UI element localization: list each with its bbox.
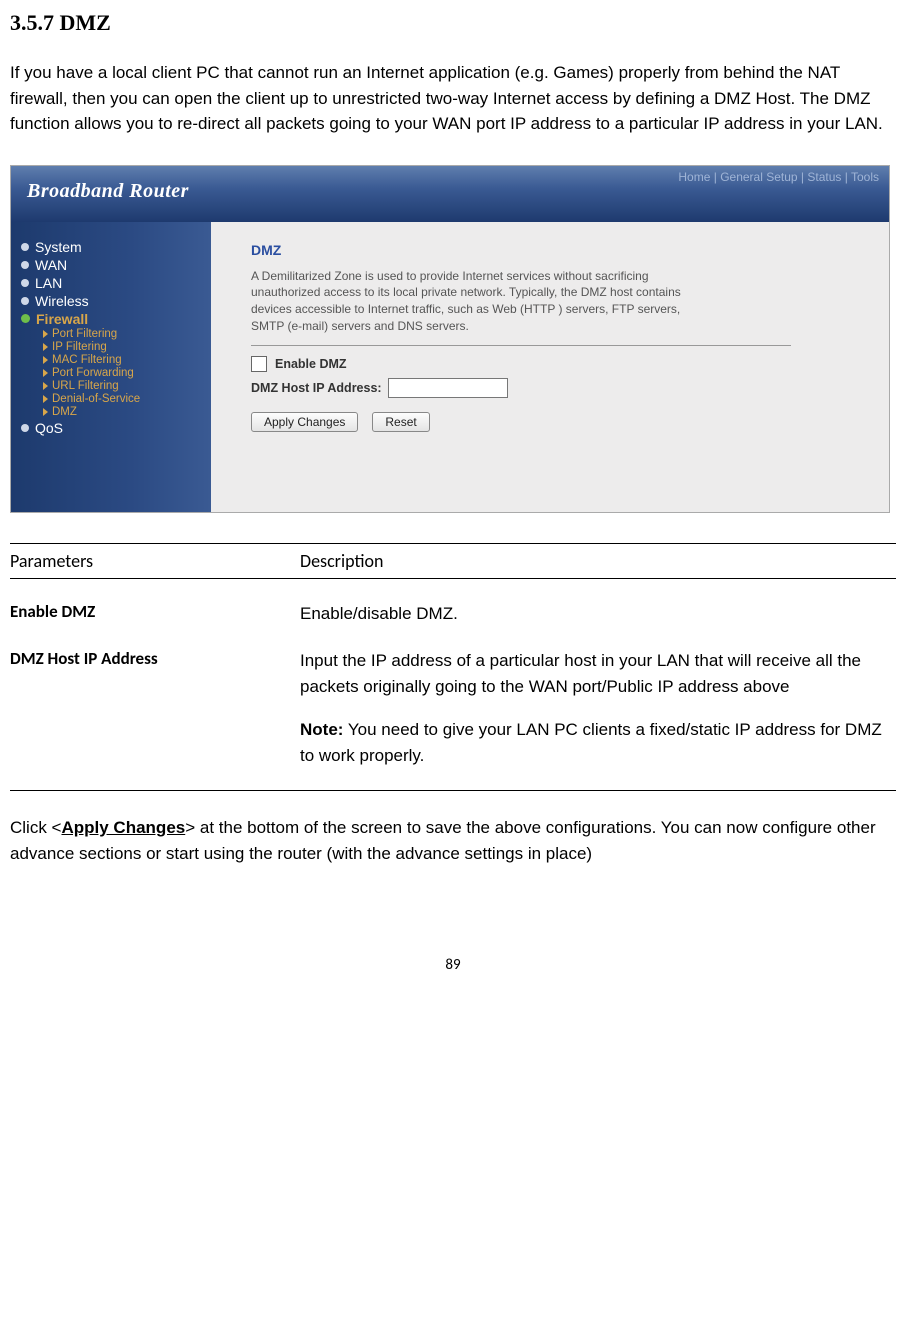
dmz-ip-row: DMZ Host IP Address: [251, 378, 859, 398]
submenu-url-filtering[interactable]: URL Filtering [43, 380, 205, 393]
bullet-icon [21, 424, 29, 432]
arrow-icon [43, 330, 48, 338]
page-number: 89 [10, 956, 896, 974]
submenu-label: Port Filtering [52, 328, 117, 340]
button-row: Apply Changes Reset [251, 412, 859, 432]
submenu-label: DMZ [52, 406, 77, 418]
parameters-section: Parameters Description Enable DMZ Enable… [10, 543, 896, 792]
arrow-icon [43, 369, 48, 377]
submenu-denial-of-service[interactable]: Denial-of-Service [43, 393, 205, 406]
sidebar-label: Firewall [36, 311, 88, 327]
check-icon [21, 314, 30, 323]
closing-bold: Apply Changes [61, 818, 185, 837]
param-bottom-rule [10, 790, 896, 791]
firewall-submenu: Port Filtering IP Filtering MAC Filterin… [43, 328, 205, 419]
arrow-icon [43, 395, 48, 403]
enable-dmz-checkbox[interactable] [251, 356, 267, 372]
enable-dmz-label: Enable DMZ [275, 357, 347, 371]
bullet-icon [21, 279, 29, 287]
submenu-port-filtering[interactable]: Port Filtering [43, 328, 205, 341]
enable-dmz-row: Enable DMZ [251, 356, 859, 372]
submenu-label: URL Filtering [52, 380, 119, 392]
topnav-status[interactable]: Status [807, 170, 841, 184]
section-heading: 3.5.7 DMZ [10, 10, 896, 36]
router-content: DMZ A Demilitarized Zone is used to prov… [211, 222, 889, 512]
param-desc: Enable/disable DMZ. [300, 601, 896, 627]
param-name: Enable DMZ [10, 601, 300, 627]
param-desc-text: Input the IP address of a particular hos… [300, 651, 861, 696]
content-heading: DMZ [251, 242, 859, 258]
param-header-row: Parameters Description [10, 543, 896, 579]
submenu-label: Port Forwarding [52, 367, 134, 379]
param-header-parameters: Parameters [10, 550, 300, 572]
apply-changes-button[interactable]: Apply Changes [251, 412, 358, 432]
arrow-icon [43, 343, 48, 351]
router-sidebar: System WAN LAN Wireless Firewall Port Fi… [11, 222, 211, 512]
router-screenshot: Broadband Router Home | General Setup | … [10, 165, 890, 513]
closing-pre: Click < [10, 818, 61, 837]
sidebar-item-firewall[interactable]: Firewall [21, 310, 205, 328]
dmz-ip-label: DMZ Host IP Address: [251, 381, 382, 395]
note-label: Note: [300, 720, 343, 739]
router-body: System WAN LAN Wireless Firewall Port Fi… [11, 222, 889, 512]
submenu-label: Denial-of-Service [52, 393, 140, 405]
sidebar-label: LAN [35, 275, 62, 291]
dmz-ip-input[interactable] [388, 378, 508, 398]
arrow-icon [43, 356, 48, 364]
section-title-text: DMZ [60, 10, 111, 35]
content-description: A Demilitarized Zone is used to provide … [251, 268, 691, 335]
topnav-general-setup[interactable]: General Setup [720, 170, 797, 184]
reset-button[interactable]: Reset [372, 412, 429, 432]
intro-paragraph: If you have a local client PC that canno… [10, 60, 896, 137]
param-desc: Input the IP address of a particular hos… [300, 648, 896, 768]
router-brand: Broadband Router [27, 180, 189, 203]
sidebar-item-wireless[interactable]: Wireless [21, 292, 205, 310]
sidebar-label: WAN [35, 257, 67, 273]
note-text: You need to give your LAN PC clients a f… [300, 720, 882, 765]
arrow-icon [43, 408, 48, 416]
topnav-tools[interactable]: Tools [851, 170, 879, 184]
submenu-label: IP Filtering [52, 341, 107, 353]
submenu-dmz[interactable]: DMZ [43, 406, 205, 419]
submenu-mac-filtering[interactable]: MAC Filtering [43, 354, 205, 367]
param-header-description: Description [300, 550, 896, 572]
param-name: DMZ Host IP Address [10, 648, 300, 768]
router-header: Broadband Router Home | General Setup | … [11, 166, 889, 222]
param-row-enable-dmz: Enable DMZ Enable/disable DMZ. [10, 601, 896, 627]
param-row-dmz-host-ip: DMZ Host IP Address Input the IP address… [10, 648, 896, 768]
sidebar-label: System [35, 239, 82, 255]
param-note: Note: You need to give your LAN PC clien… [300, 717, 896, 768]
section-number: 3.5.7 [10, 10, 54, 35]
router-topnav: Home | General Setup | Status | Tools [678, 170, 879, 184]
arrow-icon [43, 382, 48, 390]
sidebar-item-wan[interactable]: WAN [21, 256, 205, 274]
submenu-port-forwarding[interactable]: Port Forwarding [43, 367, 205, 380]
submenu-ip-filtering[interactable]: IP Filtering [43, 341, 205, 354]
sidebar-label: Wireless [35, 293, 89, 309]
sidebar-label: QoS [35, 420, 63, 436]
topnav-home[interactable]: Home [678, 170, 710, 184]
sidebar-item-lan[interactable]: LAN [21, 274, 205, 292]
bullet-icon [21, 261, 29, 269]
submenu-label: MAC Filtering [52, 354, 122, 366]
sidebar-item-qos[interactable]: QoS [21, 419, 205, 437]
bullet-icon [21, 243, 29, 251]
divider [251, 345, 791, 346]
closing-paragraph: Click <Apply Changes> at the bottom of t… [10, 815, 896, 866]
bullet-icon [21, 297, 29, 305]
sidebar-item-system[interactable]: System [21, 238, 205, 256]
